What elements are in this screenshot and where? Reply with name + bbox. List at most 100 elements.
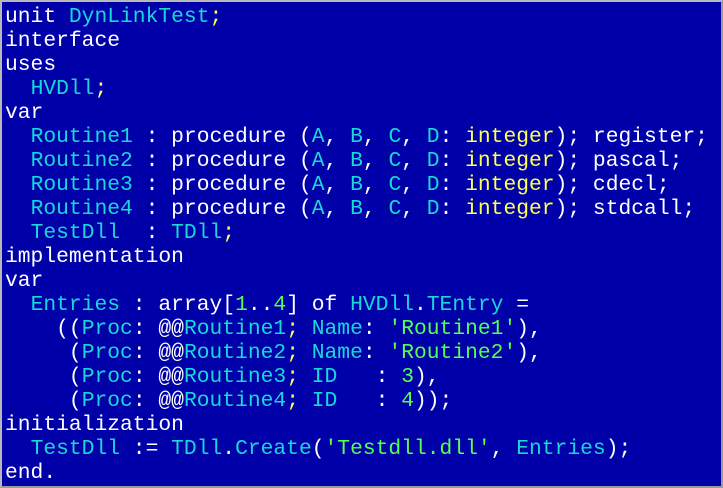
identifier-token: C: [388, 149, 402, 173]
identifier-token: TDll: [171, 221, 223, 245]
operator-token: ,: [401, 149, 427, 173]
keyword-token: end.: [5, 461, 57, 485]
code-line[interactable]: TestDll := TDll.Create('Testdll.dll', En…: [5, 437, 708, 461]
operator-token: [299, 365, 312, 389]
operator-token: [5, 221, 31, 245]
identifier-token: A: [311, 149, 325, 173]
operator-token: =: [503, 293, 530, 317]
identifier-token: B: [350, 149, 363, 173]
code-line[interactable]: Entries : array[1..4] of HVDll.TEntry =: [5, 293, 708, 317]
operator-token: ); stdcall;: [554, 197, 696, 221]
symbol-token: ;: [286, 317, 299, 341]
code-line[interactable]: ((Proc: @@Routine1; Name: 'Routine1'),: [5, 317, 708, 341]
operator-token: ));: [414, 389, 453, 413]
operator-token: [5, 125, 31, 149]
identifier-token: C: [388, 197, 402, 221]
code-line[interactable]: Routine4 : procedure (A, B, C, D: intege…: [5, 197, 708, 221]
code-line[interactable]: initialization: [5, 413, 708, 437]
number-token: 1: [235, 293, 248, 317]
operator-token: (: [5, 341, 82, 365]
identifier-token: C: [388, 173, 402, 197]
code-line[interactable]: Routine2 : procedure (A, B, C, D: intege…: [5, 149, 708, 173]
identifier-token: TestDll: [30, 221, 121, 245]
code-line[interactable]: implementation: [5, 245, 708, 269]
operator-token: ,: [401, 125, 427, 149]
symbol-token: ;: [209, 5, 223, 29]
symbol-token: ;: [222, 221, 236, 245]
identifier-token: Routine3: [183, 365, 287, 389]
code-line[interactable]: unit DynLinkTest;: [5, 5, 708, 29]
symbol-token: ;: [286, 341, 299, 365]
identifier-token: Entries: [30, 293, 121, 317]
code-line[interactable]: TestDll : TDll;: [5, 221, 708, 245]
operator-token: (: [5, 365, 82, 389]
identifier-token: Name: [311, 317, 363, 341]
identifier-token: Proc: [81, 389, 133, 413]
identifier-token: Proc: [81, 365, 133, 389]
operator-token: .: [414, 293, 427, 317]
keyword-token: interface: [5, 29, 121, 53]
identifier-token: A: [311, 125, 325, 149]
code-editor-text-area[interactable]: unit DynLinkTest; interface uses HVDll; var…: [5, 5, 708, 485]
operator-token: [299, 389, 312, 413]
identifier-token: Entries: [516, 437, 606, 461]
code-line[interactable]: uses: [5, 53, 708, 77]
operator-token: ,: [362, 197, 389, 221]
operator-token: : procedure (: [132, 173, 312, 197]
identifier-token: Routine4: [30, 197, 133, 221]
string-token: 'Routine1': [388, 317, 517, 341]
identifier-token: D: [426, 173, 440, 197]
code-line[interactable]: HVDll;: [5, 77, 708, 101]
operator-token: [5, 437, 31, 461]
keyword-token: implementation: [5, 245, 184, 269]
operator-token: (: [5, 389, 82, 413]
symbol-token: ;: [286, 389, 299, 413]
code-line[interactable]: end.: [5, 461, 708, 485]
code-line[interactable]: Routine3 : procedure (A, B, C, D: intege…: [5, 173, 708, 197]
operator-token: ),: [414, 365, 440, 389]
identifier-token: B: [350, 197, 363, 221]
operator-token: ,: [324, 197, 351, 221]
identifier-token: B: [350, 173, 363, 197]
identifier-token: Routine4: [183, 389, 287, 413]
code-editor-window: unit DynLinkTest; interface uses HVDll; var…: [0, 0, 723, 488]
code-line[interactable]: var: [5, 269, 708, 293]
operator-token: :: [362, 317, 389, 341]
keyword-token: var: [5, 269, 44, 293]
code-line[interactable]: Routine1 : procedure (A, B, C, D: intege…: [5, 125, 708, 149]
string-token: 'Testdll.dll': [324, 437, 491, 461]
identifier-token: HVDll: [30, 77, 95, 101]
type-token: integer: [465, 173, 555, 197]
identifier-token: Routine3: [30, 173, 133, 197]
identifier-token: Create: [235, 437, 312, 461]
identifier-token: DynLinkTest: [68, 5, 210, 29]
operator-token: );: [605, 437, 632, 461]
identifier-token: ID: [311, 365, 338, 389]
operator-token: ),: [516, 341, 542, 365]
operator-token: :: [439, 197, 466, 221]
operator-token: ((: [5, 317, 82, 341]
operator-token: ,: [324, 173, 351, 197]
identifier-token: Routine2: [183, 341, 287, 365]
operator-token: ..: [247, 293, 274, 317]
identifier-token: D: [426, 197, 440, 221]
operator-token: ,: [362, 149, 389, 173]
operator-token: ,: [362, 125, 389, 149]
code-line[interactable]: (Proc: @@Routine3; ID : 3),: [5, 365, 708, 389]
string-token: 'Routine2': [388, 341, 517, 365]
identifier-token: TEntry: [426, 293, 504, 317]
operator-token: [5, 293, 31, 317]
code-line[interactable]: (Proc: @@Routine4; ID : 4));: [5, 389, 708, 413]
operator-token: ,: [324, 149, 351, 173]
code-line[interactable]: interface: [5, 29, 708, 53]
operator-token: ,: [401, 173, 427, 197]
code-line[interactable]: (Proc: @@Routine2; Name: 'Routine2'),: [5, 341, 708, 365]
operator-token: :: [120, 221, 172, 245]
code-line[interactable]: var: [5, 101, 708, 125]
operator-token: : @@: [132, 341, 184, 365]
operator-token: :=: [120, 437, 172, 461]
identifier-token: Name: [311, 341, 363, 365]
operator-token: : array[: [120, 293, 236, 317]
keyword-token: var: [5, 101, 44, 125]
operator-token: ); cdecl;: [554, 173, 670, 197]
